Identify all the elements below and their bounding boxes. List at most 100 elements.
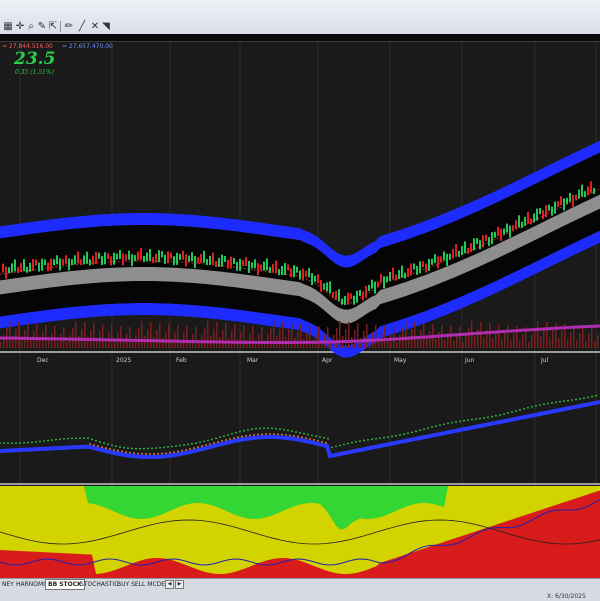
marker-icon[interactable]: ◥ (99, 20, 113, 33)
volume-bar (66, 342, 68, 348)
indicator-dot (171, 445, 173, 448)
candle (302, 268, 304, 281)
candle (92, 255, 94, 265)
chart-canvas[interactable] (0, 42, 600, 578)
indicator-dot (239, 430, 241, 433)
indicator-dot (303, 432, 305, 435)
candle (17, 267, 19, 274)
volume-bar (399, 335, 401, 348)
indicator-dot (123, 446, 125, 449)
indicator-dot (347, 442, 349, 445)
indicator-dot (301, 436, 303, 439)
indicator-dot (351, 441, 353, 444)
candle (287, 264, 289, 271)
candle (368, 284, 370, 291)
candle (188, 255, 190, 262)
indicator-dot (257, 433, 259, 436)
volume-bar (327, 327, 329, 348)
indicator-dot (263, 427, 265, 430)
candle (590, 181, 592, 194)
indicator-dot (279, 428, 281, 431)
indicator-dot (387, 436, 389, 438)
candle (191, 252, 193, 262)
indicator-dot (83, 437, 85, 440)
indicator-dot (47, 439, 49, 442)
indicator-dot (43, 440, 45, 442)
volume-bar (213, 329, 215, 348)
candle (164, 254, 166, 264)
line-icon[interactable]: ╱ (75, 20, 89, 33)
indicator-dot (185, 448, 187, 451)
indicator-dot (179, 444, 181, 447)
indicator-dot (371, 438, 373, 441)
indicator-dot (463, 419, 465, 422)
candle (350, 293, 352, 300)
volume-bar (39, 339, 41, 348)
month-label: Apr (322, 357, 333, 364)
indicator-dot (15, 442, 17, 444)
candle (536, 208, 538, 221)
indicator-dot (183, 444, 185, 446)
candle (533, 213, 535, 223)
indicator-dot (89, 443, 91, 445)
volume-bar (465, 335, 467, 348)
draw-icon[interactable]: ⇱ (46, 20, 60, 33)
candle (86, 251, 88, 264)
indicator-dot (195, 442, 197, 444)
indicator-dot (121, 450, 123, 453)
indicator-dot (427, 427, 429, 430)
candle (89, 259, 91, 266)
candle (146, 252, 148, 262)
candle (5, 266, 7, 279)
candle (365, 285, 367, 298)
volume-bar (240, 332, 242, 348)
candle (167, 251, 169, 264)
tab-scroll-left-icon[interactable]: ◀ (165, 580, 174, 589)
volume-bar (540, 336, 542, 348)
indicator-dot (225, 439, 227, 441)
indicator-dot (227, 434, 229, 436)
indicator-dot (113, 448, 115, 451)
indicator-dot (287, 429, 289, 432)
candle (35, 259, 37, 266)
candle (572, 194, 574, 207)
indicator-dot (229, 438, 231, 440)
candle (77, 251, 79, 264)
candle (281, 266, 283, 276)
candle (497, 226, 499, 236)
indicator-dot (217, 441, 219, 443)
candle (335, 290, 337, 300)
indicator-dot (583, 397, 585, 400)
indicator-dot (167, 446, 169, 448)
indicator-dot (87, 437, 89, 440)
candle (347, 292, 349, 305)
volume-bar (306, 332, 308, 348)
tab-buy-sell-mcde[interactable]: BUY SELL MCDE (115, 580, 167, 589)
indicator-dot (259, 427, 261, 430)
candle (242, 260, 244, 267)
indicator-dot (455, 421, 457, 423)
volume-bar (543, 329, 545, 348)
candle (26, 266, 28, 273)
indicator-dot (3, 442, 5, 444)
indicator-dot (133, 452, 135, 455)
indicator-dot (11, 442, 13, 445)
tab-scroll-right-icon[interactable]: ▶ (175, 580, 184, 589)
candle (374, 281, 376, 294)
chart-area[interactable] (0, 42, 600, 578)
indicator-dot (297, 435, 299, 438)
candle (557, 201, 559, 208)
volume-bar (18, 322, 20, 348)
indicator-dot (283, 428, 285, 431)
pencil-icon[interactable]: ✏ (62, 20, 76, 33)
volume-bar (438, 332, 440, 348)
volume-bar (60, 334, 62, 348)
candle (341, 298, 343, 305)
candle (500, 228, 502, 241)
candle (530, 218, 532, 225)
volume-bar (591, 327, 593, 348)
indicator-dot (575, 398, 577, 401)
candle (251, 262, 253, 269)
candle (170, 252, 172, 259)
indicator-dot (305, 437, 307, 440)
